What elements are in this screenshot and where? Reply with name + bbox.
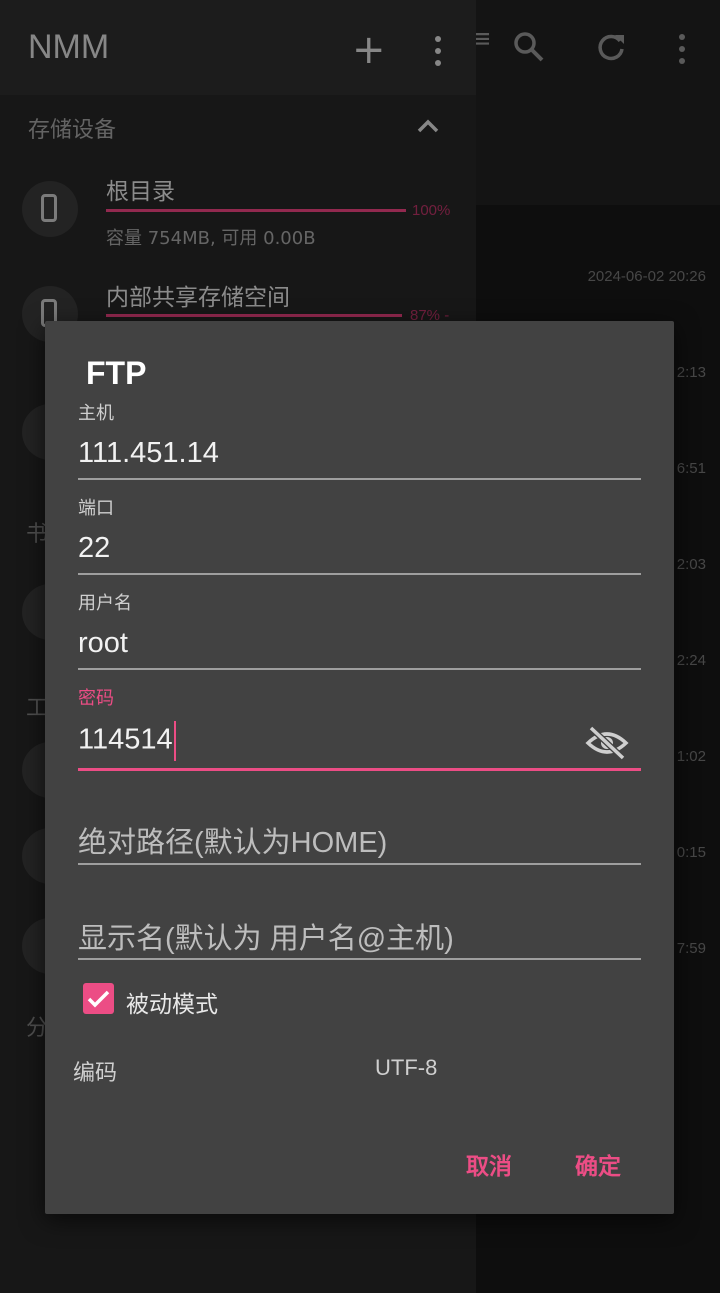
dialog-title: FTP — [86, 355, 147, 391]
passive-mode-checkbox[interactable] — [83, 983, 114, 1014]
path-field[interactable]: 绝对路径(默认为HOME) — [78, 819, 387, 861]
display-name-field[interactable]: 显示名(默认为 用户名@主机) — [78, 915, 454, 957]
cancel-button[interactable]: 取消 — [466, 1147, 512, 1181]
visibility-off-icon[interactable] — [585, 725, 629, 761]
username-field[interactable]: root — [78, 627, 128, 660]
username-underline — [78, 668, 641, 670]
ftp-dialog: FTP 主机 111.451.14 端口 22 用户名 root 密码 1145… — [45, 321, 674, 1214]
text-cursor — [173, 721, 176, 761]
host-field[interactable]: 111.451.14 — [78, 437, 219, 470]
display-name-underline — [78, 958, 641, 960]
password-value: 114514 — [78, 723, 173, 756]
path-underline — [78, 863, 641, 865]
password-label: 密码 — [78, 688, 114, 709]
port-label: 端口 — [78, 498, 114, 519]
port-underline — [78, 573, 641, 575]
check-icon — [87, 990, 110, 1008]
host-underline — [78, 478, 641, 480]
port-field[interactable]: 22 — [78, 532, 110, 565]
password-field[interactable]: 114514 — [78, 721, 176, 761]
password-underline — [78, 768, 641, 771]
encoding-label: 编码 — [73, 1061, 118, 1086]
username-label: 用户名 — [78, 593, 132, 614]
ok-button[interactable]: 确定 — [575, 1147, 621, 1181]
passive-mode-label[interactable]: 被动模式 — [126, 985, 218, 1019]
host-label: 主机 — [78, 403, 114, 424]
encoding-select[interactable]: UTF-8 — [375, 1055, 437, 1081]
